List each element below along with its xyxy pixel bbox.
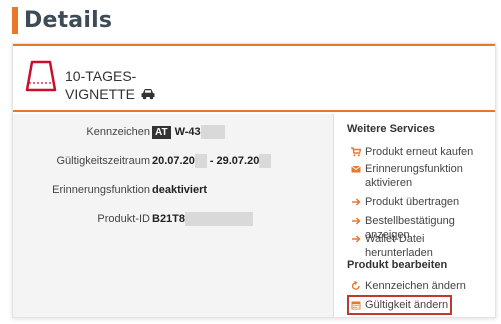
services-heading: Weitere Services [347, 123, 435, 135]
envelope-icon [351, 165, 361, 173]
product-card: 10-TAGES- VIGNETTE Kennzeichen AT W-43 G… [12, 43, 496, 318]
product-id-value: B21T8 [152, 213, 186, 225]
car-icon [141, 89, 155, 100]
transfer-product-link[interactable]: Produkt übertragen [351, 195, 459, 209]
change-validity-link[interactable]: Gültigkeit ändern [347, 295, 453, 315]
link-label: Wallet-Datei herunterladen [365, 233, 433, 259]
redacted-block [185, 212, 254, 226]
heading-accent-bar [12, 6, 18, 34]
country-badge: AT [152, 125, 171, 139]
calendar-icon [351, 301, 361, 310]
redacted-block [194, 154, 207, 168]
arrow-right-icon [352, 217, 361, 225]
page-title: Details [24, 7, 113, 33]
activate-reminder-link[interactable]: Erinnerungsfunktion aktivieren [351, 162, 486, 190]
redacted-block [259, 154, 272, 168]
redacted-block [200, 125, 225, 139]
buy-again-link[interactable]: Produkt erneut kaufen [351, 145, 473, 159]
link-label: Produkt übertragen [365, 196, 460, 208]
reminder-row: Erinnerungsfunktion deaktiviert [13, 181, 333, 199]
product-header: 10-TAGES- VIGNETTE [13, 46, 495, 112]
validity-from: 20.07.20 [152, 155, 195, 167]
refresh-icon [351, 281, 360, 290]
validity-label: Gültigkeitszeitraum [56, 155, 150, 167]
product-id-label: Produkt-ID [97, 213, 150, 225]
change-plate-link[interactable]: Kennzeichen ändern [351, 279, 466, 293]
validity-to: 29.07.20 [216, 155, 260, 167]
vignette-icon [25, 60, 57, 92]
link-label: Produkt erneut kaufen [365, 146, 474, 158]
reminder-label: Erinnerungsfunktion [52, 184, 150, 196]
reminder-value: deaktiviert [152, 184, 208, 196]
validity-row: Gültigkeitszeitraum 20.07.20 - 29.07.20 [13, 152, 333, 170]
services-sidebar: Weitere Services Produkt erneut kaufen E… [333, 114, 495, 317]
plate-label: Kennzeichen [86, 126, 150, 138]
validity-separator: - [209, 155, 214, 167]
link-label: Erinnerungsfunktion aktivieren [365, 163, 463, 189]
plate-value: W-43 [174, 126, 201, 138]
product-name-line1: 10-TAGES- [65, 68, 137, 84]
product-title: 10-TAGES- VIGNETTE [65, 67, 156, 103]
link-label: Kennzeichen ändern [365, 280, 466, 292]
details-panel: Kennzeichen AT W-43 Gültigkeitszeitraum … [13, 114, 333, 317]
edit-heading: Produkt bearbeiten [347, 259, 448, 271]
page-header: Details [12, 6, 112, 34]
product-id-row: Produkt-ID B21T8 [13, 210, 333, 228]
product-name-line2: VIGNETTE [65, 86, 136, 102]
link-label: Gültigkeit ändern [365, 299, 449, 311]
plate-row: Kennzeichen AT W-43 [13, 123, 333, 141]
arrow-right-icon [352, 235, 361, 243]
cart-icon [351, 147, 361, 157]
wallet-download-link[interactable]: Wallet-Datei herunterladen [351, 232, 495, 260]
arrow-right-icon [352, 198, 361, 206]
